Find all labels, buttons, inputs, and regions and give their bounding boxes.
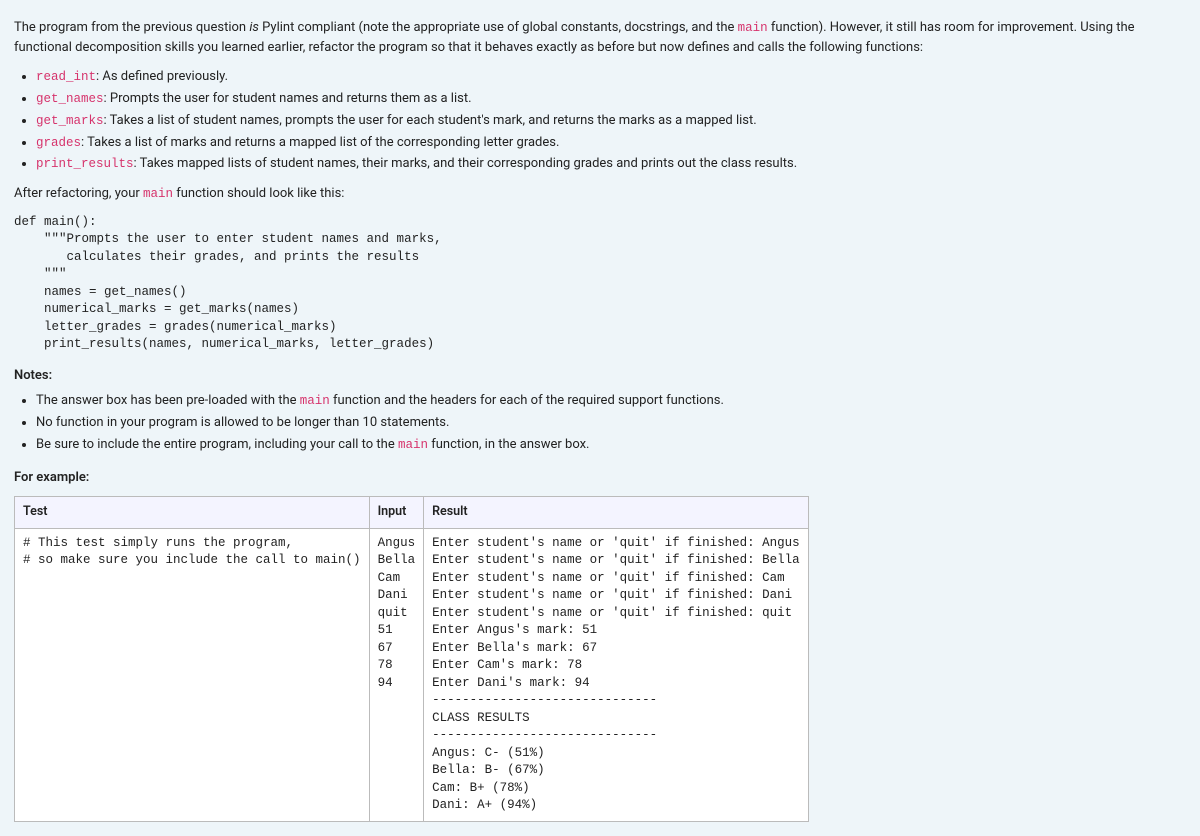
result-text: Enter student's name or 'quit' if finish…	[432, 535, 800, 815]
intro-text-post1: Pylint compliant (note the appropriate u…	[259, 20, 738, 35]
note-text-post: function, in the answer box.	[428, 437, 590, 452]
test-code: # This test simply runs the program, # s…	[23, 535, 361, 570]
table-header-test: Test	[15, 496, 370, 528]
table-cell-result: Enter student's name or 'quit' if finish…	[424, 528, 809, 821]
after-refactor-paragraph: After refactoring, your main function sh…	[14, 184, 1186, 204]
func-desc: : As defined previously.	[96, 69, 228, 84]
func-name: get_names	[36, 92, 104, 106]
inline-code-main: main	[398, 438, 428, 452]
function-list: read_int: As defined previously. get_nam…	[14, 67, 1186, 174]
func-name: print_results	[36, 157, 134, 171]
code-block-main: def main(): """Prompts the user to enter…	[14, 214, 1186, 354]
inline-code-main: main	[738, 21, 768, 35]
table-header-input: Input	[369, 496, 424, 528]
inline-code-main: main	[300, 394, 330, 408]
example-heading: For example:	[14, 468, 1186, 488]
inline-code-main: main	[143, 187, 173, 201]
list-item: The answer box has been pre-loaded with …	[36, 391, 1186, 411]
table-header-row: Test Input Result	[15, 496, 809, 528]
list-item: print_results: Takes mapped lists of stu…	[36, 154, 1186, 174]
note-text-pre: Be sure to include the entire program, i…	[36, 437, 398, 452]
example-table: Test Input Result # This test simply run…	[14, 496, 809, 822]
table-cell-test: # This test simply runs the program, # s…	[15, 528, 370, 821]
func-name: grades	[36, 136, 81, 150]
func-desc: : Takes mapped lists of student names, t…	[134, 156, 798, 171]
intro-text-pre: The program from the previous question	[14, 20, 249, 35]
func-name: read_int	[36, 70, 96, 84]
notes-heading: Notes:	[14, 366, 1186, 386]
table-row: # This test simply runs the program, # s…	[15, 528, 809, 821]
note-text-post: function and the headers for each of the…	[330, 393, 724, 408]
func-desc: : Takes a list of student names, prompts…	[104, 113, 757, 128]
func-desc: : Takes a list of marks and returns a ma…	[81, 135, 559, 150]
list-item: get_names: Prompts the user for student …	[36, 89, 1186, 109]
list-item: read_int: As defined previously.	[36, 67, 1186, 87]
list-item: grades: Takes a list of marks and return…	[36, 133, 1186, 153]
question-content: The program from the previous question i…	[14, 18, 1186, 822]
notes-list: The answer box has been pre-loaded with …	[14, 391, 1186, 454]
intro-paragraph: The program from the previous question i…	[14, 18, 1186, 57]
note-text-pre: The answer box has been pre-loaded with …	[36, 393, 300, 408]
after-refactor-pre: After refactoring, your	[14, 186, 143, 201]
list-item: get_marks: Takes a list of student names…	[36, 111, 1186, 131]
intro-italic: is	[249, 20, 259, 35]
list-item: Be sure to include the entire program, i…	[36, 435, 1186, 455]
input-text: Angus Bella Cam Dani quit 51 67 78 94	[378, 535, 416, 693]
after-refactor-post: function should look like this:	[173, 186, 344, 201]
list-item: No function in your program is allowed t…	[36, 413, 1186, 433]
note-text: No function in your program is allowed t…	[36, 415, 449, 430]
func-desc: : Prompts the user for student names and…	[104, 91, 472, 106]
table-header-result: Result	[424, 496, 809, 528]
table-cell-input: Angus Bella Cam Dani quit 51 67 78 94	[369, 528, 424, 821]
func-name: get_marks	[36, 114, 104, 128]
